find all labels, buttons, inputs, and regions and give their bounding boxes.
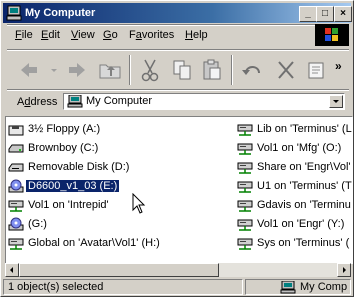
horizontal-scrollbar[interactable] (5, 263, 351, 277)
network-drive-icon (237, 160, 254, 176)
drive-item-label: 3½ Floppy (A:) (28, 123, 101, 135)
network-drive-icon (237, 236, 254, 252)
network-drive-icon (237, 217, 254, 233)
menu-help[interactable]: Help (185, 29, 208, 41)
menu-favorites[interactable]: Favorites (129, 29, 174, 41)
menu-bar: File Edit View Go Favorites Help (9, 24, 349, 47)
scroll-right-button[interactable] (337, 263, 351, 277)
toolbar-separator (231, 55, 233, 85)
maximize-button[interactable]: □ (316, 6, 334, 22)
status-bar: 1 object(s) selected My Comp (3, 278, 351, 296)
scissors-icon (141, 59, 159, 82)
drive-item-label: D6600_v1_03 (E:) (24, 179, 121, 193)
network-drive-icon (8, 236, 25, 252)
toolbar-separator (129, 55, 131, 85)
status-selection-text: 1 object(s) selected (8, 281, 104, 293)
standard-toolbar: » (9, 51, 349, 89)
floppy-drive-icon (8, 122, 25, 138)
drive-item-label: Gdavis on 'Terminu (257, 199, 351, 211)
network-drive-icon (237, 179, 254, 195)
cd-drive-icon (8, 217, 25, 233)
menu-view[interactable]: View (71, 29, 95, 41)
folder-up-icon (99, 64, 121, 79)
chevron-left-icon (10, 267, 13, 273)
copy-icon (173, 60, 191, 80)
network-drive-icon (237, 198, 254, 214)
properties-button[interactable] (301, 55, 331, 85)
network-drive-icon (8, 198, 25, 214)
undo-button[interactable] (237, 55, 267, 85)
address-field[interactable]: My Computer (63, 93, 345, 110)
scroll-left-button[interactable] (5, 263, 19, 277)
drive-item-label: Sys on 'Terminus' ( (257, 237, 350, 249)
hard-drive-icon (8, 141, 25, 157)
forward-button[interactable] (61, 55, 91, 85)
close-button[interactable]: × (334, 6, 352, 22)
address-label: Address (17, 96, 58, 108)
back-button[interactable] (15, 55, 45, 85)
my-computer-icon (6, 5, 22, 21)
drive-item-label: Vol1 on 'Engr' (Y:) (257, 218, 345, 230)
status-pane-location: My Comp (245, 279, 351, 295)
toolbar-overflow-chevron[interactable]: » (335, 59, 342, 73)
cd-drive-icon (8, 179, 25, 195)
removable-disk-icon (8, 160, 25, 176)
paste-button[interactable] (197, 55, 227, 85)
forward-arrow-icon (69, 63, 85, 77)
chevron-down-icon (333, 100, 339, 103)
up-button[interactable] (95, 55, 125, 85)
drive-item-label: Brownboy (C:) (28, 142, 99, 154)
title-bar[interactable]: My Computer _ □ × (3, 3, 352, 23)
copy-button[interactable] (167, 55, 197, 85)
status-pane-selection: 1 object(s) selected (3, 279, 243, 295)
undo-icon (242, 66, 260, 75)
network-drive-icon (237, 122, 254, 138)
drive-item-label: Vol1 on 'Mfg' (O:) (257, 142, 342, 154)
drive-item-label: Removable Disk (D:) (28, 161, 130, 173)
menu-edit[interactable]: Edit (41, 29, 60, 41)
menu-go[interactable]: Go (103, 29, 118, 41)
cut-button[interactable] (135, 55, 165, 85)
back-arrow-icon (21, 63, 37, 77)
window-title: My Computer (25, 7, 96, 19)
windows-logo-icon (315, 24, 349, 46)
chevron-right-icon (343, 267, 346, 273)
delete-x-icon (278, 61, 294, 79)
drive-item-label: Share on 'Engr\Vol' (257, 161, 351, 173)
address-dropdown-button[interactable] (329, 95, 343, 108)
clipboard-icon (203, 59, 221, 80)
drive-list-view[interactable]: 3½ Floppy (A:) Brownboy (C:) Removable Dis… (5, 116, 353, 264)
address-value: My Computer (86, 95, 153, 107)
drive-item-label: Vol1 on 'Intrepid' (28, 199, 109, 211)
drive-item-label: Lib on 'Terminus' (L (257, 123, 352, 135)
drive-item-label: Global on 'Avatar\Vol1' (H:) (28, 237, 160, 249)
drive-item-label: U1 on 'Terminus' (T (257, 180, 352, 192)
scroll-thumb[interactable] (19, 263, 219, 277)
network-drive-icon (237, 141, 254, 157)
status-location-text: My Comp (300, 281, 348, 293)
my-computer-window: My Computer _ □ × File Edit View Go Favo… (0, 0, 354, 297)
address-bar: Address My Computer (9, 91, 349, 113)
drive-item-label: (G:) (28, 218, 47, 230)
delete-button[interactable] (271, 55, 301, 85)
my-computer-icon (280, 281, 296, 294)
mouse-pointer-icon (132, 193, 146, 214)
menu-file[interactable]: File (15, 29, 33, 41)
minimize-button[interactable]: _ (299, 6, 317, 22)
properties-icon (308, 62, 324, 79)
my-computer-icon (67, 95, 83, 108)
